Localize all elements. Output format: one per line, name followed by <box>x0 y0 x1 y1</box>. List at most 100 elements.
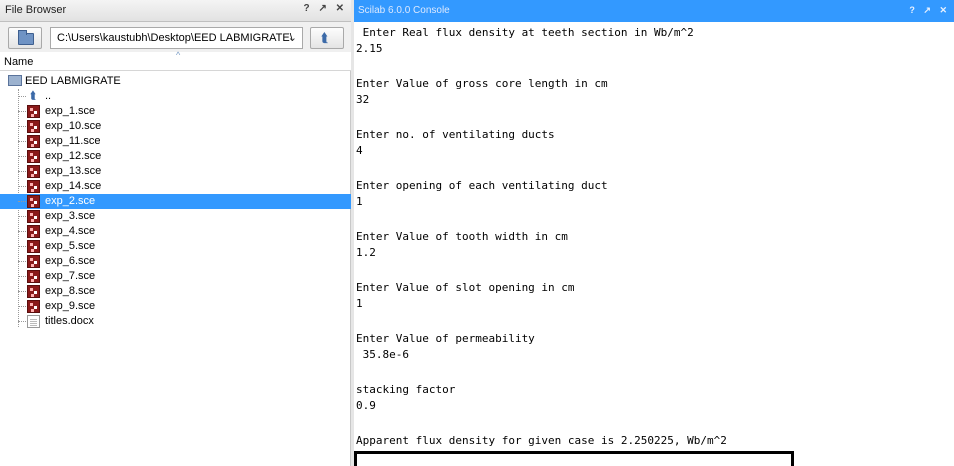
console-title: Scilab 6.0.0 Console <box>358 5 450 16</box>
tree-item-parent[interactable]: ⮬.. <box>0 89 351 104</box>
file-browser-title: File Browser <box>5 4 67 16</box>
tree-connector <box>18 306 26 307</box>
console-input-value: 35.8e-6 <box>356 348 409 361</box>
tree-connector <box>18 186 26 187</box>
tree-item-label: exp_13.sce <box>45 165 102 177</box>
scilab-file-icon <box>27 240 40 253</box>
path-combobox[interactable]: C:\Users\kaustubh\Desktop\EED LABMIGRATE… <box>50 27 303 49</box>
console-pane: Scilab 6.0.0 Console ? ↗ ✕ Enter Real fl… <box>354 0 954 466</box>
parent-folder-icon: ⮬ <box>321 30 329 45</box>
tree-item-file[interactable]: exp_7.sce <box>0 269 351 284</box>
tree-connector <box>18 96 26 97</box>
scilab-file-icon <box>27 120 40 133</box>
scilab-file-icon <box>27 270 40 283</box>
console-input-value: 32 <box>356 93 370 106</box>
tree-item-label: exp_12.sce <box>45 150 102 162</box>
scilab-file-icon <box>27 165 40 178</box>
tree-item-file[interactable]: exp_1.sce <box>0 104 351 119</box>
tree-item-file[interactable]: exp_6.sce <box>0 254 351 269</box>
tree-connector <box>18 141 26 142</box>
sort-ascending-icon: ^ <box>176 50 181 60</box>
close-icon[interactable]: ✕ <box>336 3 347 14</box>
path-text: C:\Users\kaustubh\Desktop\EED LABMIGRATE… <box>57 32 293 44</box>
tree-item-file[interactable]: exp_10.sce <box>0 119 351 134</box>
tree-item-file[interactable]: exp_13.sce <box>0 164 351 179</box>
file-browser-toolbar: C:\Users\kaustubh\Desktop\EED LABMIGRATE… <box>0 22 351 52</box>
tree-item-file[interactable]: exp_12.sce <box>0 149 351 164</box>
console-prompt-line: Enter Value of tooth width in cm <box>356 230 568 243</box>
tree-item-label: titles.docx <box>45 315 94 327</box>
tree-item-label: exp_11.sce <box>45 135 101 147</box>
column-header-name[interactable]: Name ^ <box>0 50 351 71</box>
parent-folder-icon: ⮬ <box>30 90 37 102</box>
console-result-line: Apparent flux density for given case is … <box>356 434 727 447</box>
result-highlight-box <box>354 451 794 466</box>
tree-item-file[interactable]: exp_4.sce <box>0 224 351 239</box>
close-icon[interactable]: ✕ <box>939 5 950 15</box>
file-browser-pane: File Browser ? ↗ ✕ C:\Users\kaustubh\Des… <box>0 0 351 466</box>
console-input-value: 1.2 <box>356 246 376 259</box>
tree-connector <box>18 261 26 262</box>
help-icon[interactable]: ? <box>909 5 918 15</box>
chevron-down-icon[interactable]: ⌄ <box>288 31 297 44</box>
file-tree: EED LABMIGRATE ⮬.. exp_1.sce exp_10.sce exp… <box>0 74 351 466</box>
console-input-value: 4 <box>356 144 363 157</box>
console-prompt-line: Enter no. of ventilating ducts <box>356 128 555 141</box>
console-prompt-line: Enter Value of gross core length in cm <box>356 77 608 90</box>
console-prompt-line: stacking factor <box>356 383 456 396</box>
tree-item-label: exp_10.sce <box>45 120 102 132</box>
parent-folder-button[interactable]: ⮬ <box>310 27 344 49</box>
tree-item-file[interactable]: exp_9.sce <box>0 299 351 314</box>
console-prompt-line: Enter Real flux density at teeth section… <box>356 26 694 39</box>
console-input-value: 1 <box>356 297 363 310</box>
console-titlebar: Scilab 6.0.0 Console ? ↗ ✕ <box>354 0 954 22</box>
tree-item-label: exp_1.sce <box>45 105 96 117</box>
help-icon[interactable]: ? <box>304 3 313 14</box>
console-title-buttons: ? ↗ ✕ <box>909 5 950 16</box>
scilab-file-icon <box>27 225 40 238</box>
file-browser-title-buttons: ? ↗ ✕ <box>304 3 347 14</box>
file-browser-titlebar: File Browser ? ↗ ✕ <box>0 0 351 22</box>
tree-connector <box>18 216 26 217</box>
tree-item-file[interactable]: titles.docx <box>0 314 351 329</box>
tree-item-label: exp_7.sce <box>45 270 96 282</box>
scilab-file-icon <box>27 195 40 208</box>
tree-connector <box>18 156 26 157</box>
undock-icon[interactable]: ↗ <box>318 3 329 14</box>
tree-connector <box>18 246 26 247</box>
document-icon <box>27 315 40 328</box>
tree-connector <box>18 111 26 112</box>
tree-connector <box>18 126 26 127</box>
select-folder-button[interactable] <box>8 27 42 49</box>
console-input-value: 1 <box>356 195 363 208</box>
root-folder-label: EED LABMIGRATE <box>25 75 121 87</box>
tree-item-label: exp_4.sce <box>45 225 96 237</box>
tree-item-file[interactable]: exp_8.sce <box>0 284 351 299</box>
tree-item-label: exp_14.sce <box>45 180 102 192</box>
tree-item-file[interactable]: exp_11.sce <box>0 134 351 149</box>
tree-connector <box>18 201 26 202</box>
scilab-file-icon <box>27 150 40 163</box>
tree-root-folder[interactable]: EED LABMIGRATE <box>8 74 121 89</box>
tree-item-file[interactable]: exp_5.sce <box>0 239 351 254</box>
tree-connector <box>18 231 26 232</box>
tree-connector <box>18 171 26 172</box>
tree-item-label: .. <box>45 90 52 102</box>
tree-item-file[interactable]: exp_14.sce <box>0 179 351 194</box>
column-header-label: Name <box>4 56 34 68</box>
scilab-file-icon <box>27 210 40 223</box>
tree-item-label: exp_8.sce <box>45 285 96 297</box>
tree-item-label: exp_2.sce <box>45 195 96 207</box>
tree-item-label: exp_5.sce <box>45 240 96 252</box>
tree-item-file[interactable]: exp_3.sce <box>0 209 351 224</box>
scilab-file-icon <box>27 255 40 268</box>
console-input-value: 0.9 <box>356 399 376 412</box>
console-prompt-line: Enter Value of slot opening in cm <box>356 281 575 294</box>
console-output[interactable]: Enter Real flux density at teeth section… <box>354 22 954 466</box>
tree-item-label: exp_9.sce <box>45 300 96 312</box>
tree-item-file[interactable]: exp_2.sce <box>0 194 351 209</box>
folder-open-icon <box>8 74 22 86</box>
tree-connector <box>18 276 26 277</box>
undock-icon[interactable]: ↗ <box>923 5 934 15</box>
scilab-file-icon <box>27 285 40 298</box>
